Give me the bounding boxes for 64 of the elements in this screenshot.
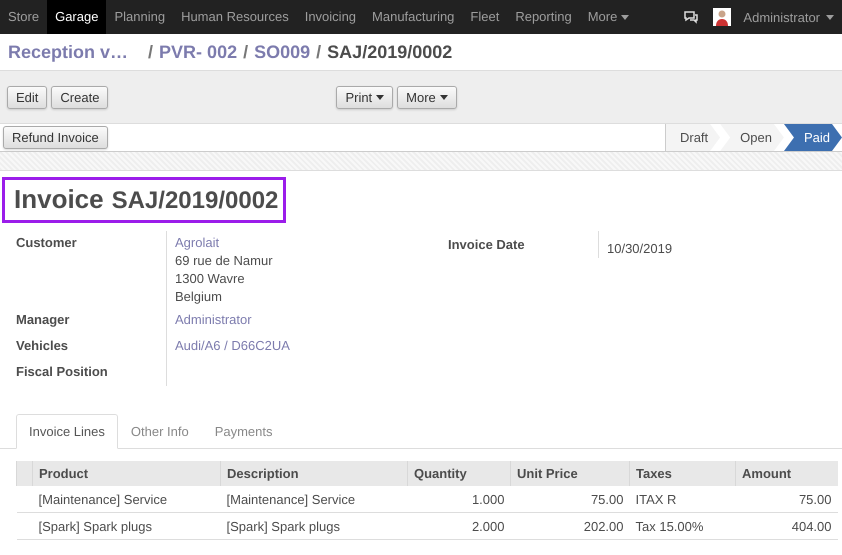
- address-line: Belgium: [175, 289, 223, 304]
- table-cell: 75.00: [736, 486, 838, 512]
- breadcrumb-separator: /: [316, 42, 322, 62]
- table-cell: 202.00: [510, 512, 630, 540]
- table-cell: [Maintenance] Service: [32, 486, 220, 512]
- status-stage[interactable]: Paid: [784, 124, 842, 151]
- field-label: Fiscal Position: [16, 360, 167, 386]
- user-menu[interactable]: Administrator: [713, 8, 842, 26]
- dropdown-button[interactable]: Print: [336, 86, 394, 108]
- create-button[interactable]: Create: [51, 86, 108, 108]
- table-cell: Tax 15.00%: [630, 512, 736, 540]
- field-label: Invoice Date: [448, 231, 599, 258]
- dropdown-button[interactable]: More: [397, 86, 457, 108]
- caret-icon: [376, 94, 384, 100]
- column-header[interactable]: Quantity: [408, 461, 510, 486]
- invoice-title: Invoice SAJ/2019/0002: [2, 177, 286, 223]
- menu-item[interactable]: Reporting: [507, 0, 580, 34]
- menu-item[interactable]: Human Resources: [173, 0, 297, 34]
- field-value: 10/30/2019: [606, 240, 674, 258]
- column-header[interactable]: Unit Price: [510, 461, 630, 486]
- field-label: Manager: [16, 308, 167, 334]
- menu-item[interactable]: Manufacturing: [364, 0, 462, 34]
- table-cell: 1.000: [408, 486, 510, 512]
- status-stage[interactable]: Open: [720, 124, 784, 151]
- address-line: 1300 Wavre: [175, 271, 246, 286]
- table-cell: ITAX R: [630, 486, 736, 512]
- refund-button[interactable]: Refund Invoice: [3, 126, 108, 149]
- edit-button[interactable]: Edit: [7, 86, 48, 108]
- field-link[interactable]: Administrator: [175, 312, 252, 327]
- breadcrumb-item[interactable]: Reception v…: [8, 42, 128, 62]
- table-cell: [Spark] Spark plugs: [220, 512, 408, 540]
- tab[interactable]: Invoice Lines: [16, 414, 118, 449]
- status-stage[interactable]: Draft: [664, 124, 720, 151]
- menu-item[interactable]: Planning: [106, 0, 174, 34]
- field-label: Vehicles: [16, 334, 167, 360]
- breadcrumb-separator: /: [148, 42, 154, 62]
- address-line: 69 rue de Namur: [175, 253, 273, 268]
- breadcrumb-item: SAJ/2019/0002: [327, 42, 452, 62]
- table-cell: [Spark] Spark plugs: [32, 512, 220, 540]
- tab[interactable]: Payments: [202, 414, 286, 449]
- menu-item[interactable]: Store: [0, 0, 48, 34]
- menu-item[interactable]: Garage: [47, 0, 106, 34]
- table-cell: 2.000: [408, 512, 510, 540]
- breadcrumb-separator: /: [243, 42, 248, 62]
- field-link[interactable]: Agrolait: [175, 235, 273, 250]
- column-header[interactable]: Taxes: [630, 461, 736, 486]
- breadcrumb-item[interactable]: SO009: [254, 42, 310, 62]
- field-label: Customer: [16, 231, 167, 308]
- caret-icon: [440, 94, 448, 100]
- chat-icon[interactable]: [683, 10, 700, 24]
- caret-icon: [826, 14, 834, 20]
- field-link[interactable]: Audi/A6 / D66C2UA: [175, 338, 290, 353]
- tab[interactable]: Other Info: [118, 414, 202, 449]
- breadcrumb-item[interactable]: PVR- 002: [159, 42, 238, 62]
- menu-item[interactable]: Invoicing: [296, 0, 364, 34]
- table-cell: 404.00: [736, 512, 838, 540]
- column-header[interactable]: Description: [220, 461, 408, 486]
- menu-item[interactable]: Fleet: [462, 0, 508, 34]
- column-header[interactable]: Product: [32, 461, 220, 486]
- column-header[interactable]: Amount: [736, 461, 838, 486]
- caret-icon: [621, 14, 630, 20]
- table-cell: [Maintenance] Service: [220, 486, 408, 512]
- menu-item[interactable]: More: [580, 0, 638, 34]
- table-cell: 75.00: [510, 486, 630, 512]
